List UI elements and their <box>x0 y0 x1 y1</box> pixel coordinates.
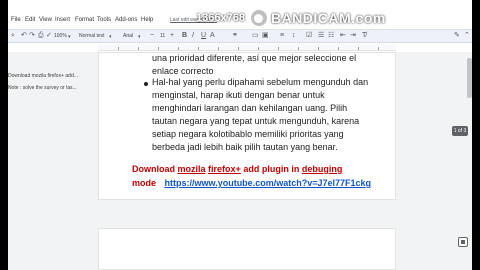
formatting-toolbar: ⌕ ↶ ↷ ⎙ ✓ 100% ▾ Normal text ▾ Arial ▾ −… <box>8 29 472 43</box>
menu-view[interactable]: View <box>39 17 52 23</box>
italic-icon[interactable]: I <box>192 32 194 40</box>
bulleted-list-icon[interactable]: ☰ <box>318 32 324 40</box>
print-icon[interactable]: ⎙ <box>38 32 44 40</box>
undo-icon[interactable]: ↶ <box>21 32 27 40</box>
collapse-menus-icon[interactable]: ⌃ <box>464 32 470 40</box>
doc-line: menginstal, harap ikuti dengan benar unt… <box>152 90 325 100</box>
bullet-icon <box>144 82 148 86</box>
line-spacing-icon[interactable]: ↕ <box>292 32 296 40</box>
document-page-2[interactable] <box>98 228 396 270</box>
add-plugin-words: add plugin in <box>243 164 300 174</box>
font-dropdown-icon[interactable]: ▾ <box>138 33 141 41</box>
menu-format[interactable]: Format <box>75 17 94 23</box>
menu-edit[interactable]: Edit <box>25 17 35 23</box>
watermark-brand: BANDICAM <box>270 10 352 26</box>
menu-help[interactable]: Help <box>141 17 153 23</box>
zoom-dropdown-icon[interactable]: ▾ <box>68 33 71 41</box>
explore-icon[interactable] <box>458 237 468 247</box>
download-heading: Download mozila firefox+ add plugin in d… <box>132 163 342 176</box>
download-word: Download <box>132 164 175 174</box>
redo-icon[interactable]: ↷ <box>29 32 35 40</box>
comment-icon[interactable]: ▭ <box>252 32 259 40</box>
link-icon[interactable]: ⚭ <box>232 32 238 40</box>
doc-line: tautan negara yang tepat untuk mengunduh… <box>152 116 360 126</box>
right-letterbox <box>472 0 480 270</box>
page-indicator: 1 of 3 <box>452 126 468 136</box>
left-letterbox <box>0 0 8 270</box>
menu-tools[interactable]: Tools <box>97 17 111 23</box>
horizontal-ruler[interactable] <box>98 44 396 51</box>
checklist-icon[interactable]: ☑ <box>306 32 312 40</box>
doc-line: una prioridad diferente, así que mejor s… <box>152 53 357 63</box>
doc-line: berbeda jadi lebih baik pilih tautan yan… <box>152 142 338 152</box>
numbered-list-icon[interactable]: ☷ <box>328 32 334 40</box>
menu-file[interactable]: File <box>11 17 21 23</box>
zoom-select[interactable]: 100% <box>54 33 67 39</box>
outline-item-download[interactable]: Download mozila firefox+ add... <box>8 73 78 79</box>
mozila-word: mozila <box>177 164 206 174</box>
text-color-icon[interactable]: A <box>210 32 215 40</box>
doc-line: setiap negara kolotibablo memiliki prior… <box>152 129 344 139</box>
clear-formatting-icon[interactable]: T̸ <box>362 32 366 40</box>
recording-watermark: 1366x768 BANDICAM .com <box>196 6 386 30</box>
outline-item-note[interactable]: Note : solve the survey or las... <box>8 85 77 91</box>
download-link-line: mode https://www.youtube.com/watch?v=J7e… <box>132 177 371 190</box>
spellcheck-icon[interactable]: ✓ <box>46 32 52 40</box>
youtube-link[interactable]: https://www.youtube.com/watch?v=J7el77F1… <box>165 178 371 188</box>
firefox-word: firefox+ <box>208 164 241 174</box>
style-select[interactable]: Normal text <box>79 33 105 39</box>
font-size-decrease-icon[interactable]: − <box>150 32 154 40</box>
font-size-increase-icon[interactable]: + <box>170 32 174 40</box>
align-icon[interactable]: ≡ <box>280 32 284 40</box>
font-size-input[interactable]: 11 <box>160 33 165 39</box>
doc-line: Hal-hal yang perlu dipahami sebelum meng… <box>152 77 369 87</box>
watermark-resolution: 1366x768 <box>196 12 245 24</box>
doc-line: menghindari larangan dan kehilangan uang… <box>152 103 348 113</box>
record-icon <box>248 8 269 28</box>
document-page[interactable]: una prioridad diferente, así que mejor s… <box>98 52 396 200</box>
watermark-domain: .com <box>351 10 386 26</box>
font-select[interactable]: Arial <box>123 33 133 39</box>
bold-icon[interactable]: B <box>182 32 187 40</box>
mode-word: mode <box>132 178 157 188</box>
style-dropdown-icon[interactable]: ▾ <box>109 33 112 41</box>
menu-insert[interactable]: Insert <box>55 17 70 23</box>
debuging-word: debuging <box>301 164 343 174</box>
underline-icon[interactable]: U <box>201 32 206 40</box>
menu-addons[interactable]: Add-ons <box>115 17 137 23</box>
increase-indent-icon[interactable]: ⇥ <box>350 32 356 40</box>
editing-mode-icon[interactable]: ✎ <box>454 32 460 40</box>
decrease-indent-icon[interactable]: ⇤ <box>340 32 346 40</box>
search-menus-icon[interactable]: ⌕ <box>11 32 15 40</box>
image-icon[interactable]: ▣ <box>262 32 269 40</box>
